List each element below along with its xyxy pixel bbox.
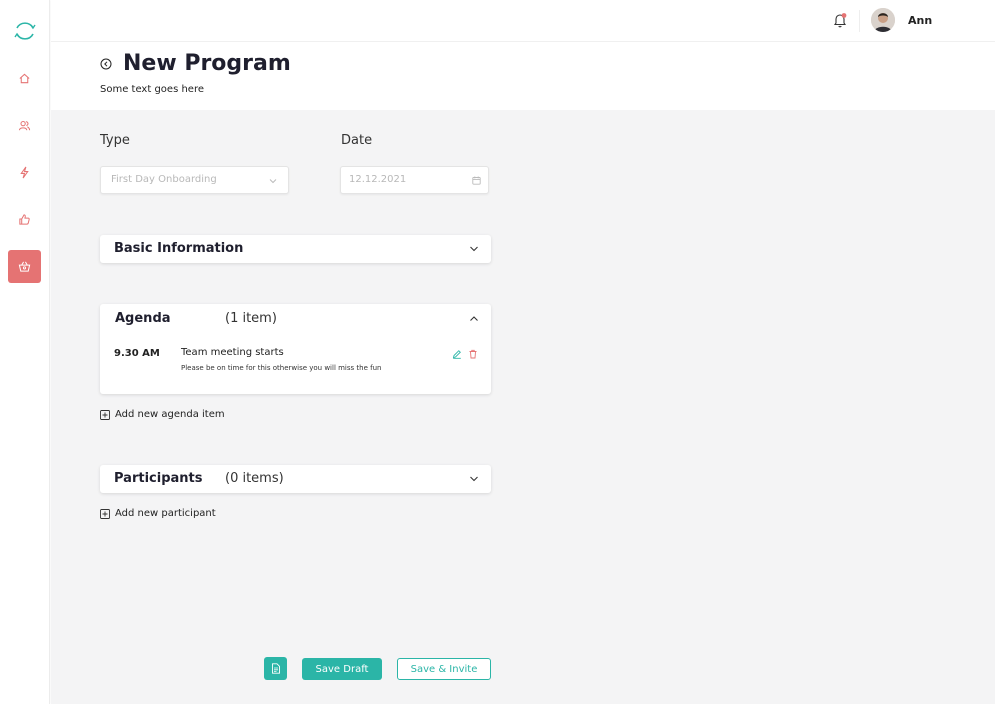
sidebar-item-users[interactable] <box>8 109 41 142</box>
notification-bell-icon[interactable] <box>833 12 847 28</box>
agenda-item-title: Team meeting starts <box>181 347 284 358</box>
page-header: New Program Some text goes here <box>51 42 995 110</box>
basic-information-panel[interactable]: Basic Information <box>100 235 491 263</box>
agenda-count: (1 item) <box>225 311 277 326</box>
participants-panel[interactable]: Participants (0 items) <box>100 465 491 493</box>
chevron-down-icon[interactable] <box>469 474 479 484</box>
avatar[interactable] <box>871 8 895 32</box>
trash-icon[interactable] <box>468 349 478 359</box>
chevron-up-icon[interactable] <box>469 314 479 324</box>
agenda-item-time: 9.30 AM <box>114 348 160 359</box>
save-invite-button[interactable]: Save & Invite <box>397 658 491 680</box>
edit-pencil-icon[interactable] <box>452 349 462 359</box>
home-icon <box>19 73 30 84</box>
sidebar <box>0 0 50 704</box>
main-content: Type First Day Onboarding Date 12.12.202… <box>51 110 995 704</box>
sidebar-item-lightning[interactable] <box>8 156 41 189</box>
agenda-panel: Agenda (1 item) 9.30 AM Team meeting sta… <box>100 304 491 394</box>
document-icon <box>271 663 280 674</box>
topbar-divider <box>859 10 860 32</box>
plus-square-icon <box>100 508 110 519</box>
basic-information-title: Basic Information <box>114 241 244 256</box>
chevron-down-icon <box>269 179 277 184</box>
user-name[interactable]: Ann <box>908 14 932 27</box>
date-label: Date <box>341 133 373 148</box>
page-subtitle: Some text goes here <box>100 84 204 95</box>
sidebar-item-feedback[interactable] <box>8 203 41 236</box>
add-agenda-item-label: Add new agenda item <box>115 409 225 420</box>
gift-basket-icon <box>18 261 31 272</box>
participants-count: (0 items) <box>225 471 284 486</box>
sidebar-item-programs[interactable] <box>8 250 41 283</box>
add-agenda-item-button[interactable]: Add new agenda item <box>100 409 225 420</box>
agenda-title: Agenda <box>115 311 171 326</box>
calendar-icon[interactable] <box>472 176 481 185</box>
plus-square-icon <box>100 409 110 420</box>
type-select-value: First Day Onboarding <box>111 174 217 185</box>
date-value: 12.12.2021 <box>349 174 407 185</box>
add-participant-button[interactable]: Add new participant <box>100 508 216 519</box>
thumbs-up-icon <box>19 214 30 225</box>
chevron-down-icon[interactable] <box>469 244 479 254</box>
participants-title: Participants <box>114 471 203 486</box>
logo-icon[interactable] <box>13 19 37 43</box>
user-avatar-icon <box>871 8 895 32</box>
save-draft-button[interactable]: Save Draft <box>302 658 382 680</box>
top-bar: Ann <box>51 0 995 42</box>
back-circle-icon[interactable] <box>100 58 112 70</box>
users-icon <box>18 120 31 131</box>
agenda-item-description: Please be on time for this otherwise you… <box>181 364 382 372</box>
date-picker[interactable]: 12.12.2021 <box>340 166 489 194</box>
sidebar-item-home[interactable] <box>8 62 41 95</box>
lightning-icon <box>20 166 29 179</box>
type-select[interactable]: First Day Onboarding <box>100 166 289 194</box>
type-label: Type <box>100 133 130 148</box>
add-participant-label: Add new participant <box>115 508 216 519</box>
page-title: New Program <box>123 51 291 76</box>
preview-document-button[interactable] <box>264 657 287 680</box>
